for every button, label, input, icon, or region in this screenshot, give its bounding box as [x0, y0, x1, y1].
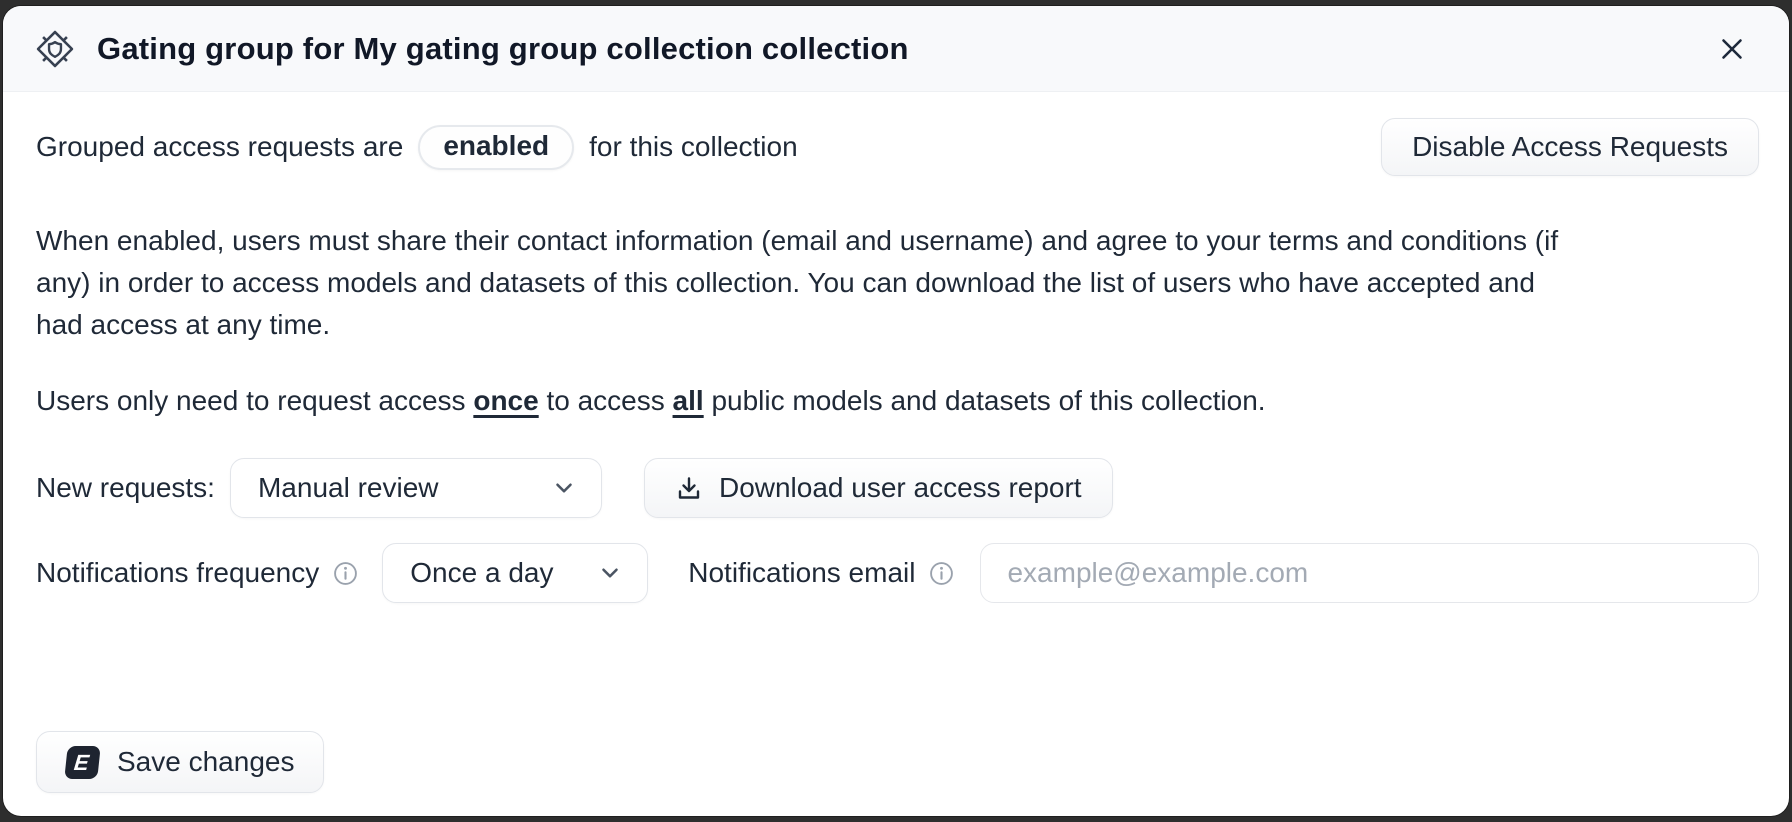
- new-requests-select[interactable]: Manual review: [230, 458, 602, 518]
- save-changes-button[interactable]: E Save changes: [36, 731, 324, 793]
- new-requests-selected-value: Manual review: [258, 472, 439, 504]
- once-line-bold-once: once: [473, 385, 538, 416]
- status-badge: enabled: [418, 125, 574, 170]
- gating-group-modal: Gating group for My gating group collect…: [3, 6, 1789, 816]
- once-access-line: Users only need to request access once t…: [36, 380, 1759, 422]
- gate-shield-icon: [33, 27, 77, 71]
- modal-body: Grouped access requests are enabled for …: [3, 92, 1789, 816]
- description-paragraph: When enabled, users must share their con…: [36, 220, 1581, 346]
- notifications-email-label: Notifications email: [688, 557, 915, 589]
- notifications-email-input[interactable]: [980, 543, 1759, 603]
- chevron-down-icon: [597, 560, 623, 586]
- info-icon[interactable]: [333, 561, 358, 586]
- download-user-access-report-button[interactable]: Download user access report: [644, 458, 1113, 518]
- chevron-down-icon: [551, 475, 577, 501]
- close-icon: [1715, 32, 1749, 66]
- modal-title: Gating group for My gating group collect…: [97, 31, 909, 67]
- save-button-label: Save changes: [117, 746, 294, 778]
- download-icon: [675, 474, 703, 502]
- status-post-text: for this collection: [589, 131, 798, 163]
- notifications-frequency-selected-value: Once a day: [410, 557, 553, 589]
- notifications-frequency-label: Notifications frequency: [36, 557, 319, 589]
- disable-access-requests-button[interactable]: Disable Access Requests: [1381, 118, 1759, 176]
- notifications-frequency-select[interactable]: Once a day: [382, 543, 648, 603]
- modal-header: Gating group for My gating group collect…: [3, 6, 1789, 92]
- info-icon[interactable]: [929, 561, 954, 586]
- status-row: Grouped access requests are enabled for …: [36, 118, 1759, 176]
- download-button-label: Download user access report: [719, 472, 1082, 504]
- notifications-row: Notifications frequency Once a day Notif…: [36, 543, 1759, 603]
- status-text: Grouped access requests are enabled for …: [36, 125, 798, 170]
- once-line-post: public models and datasets of this colle…: [704, 385, 1266, 416]
- status-pre-text: Grouped access requests are: [36, 131, 403, 163]
- once-line-mid: to access: [539, 385, 673, 416]
- enterprise-e-icon: E: [64, 746, 100, 779]
- close-button[interactable]: [1709, 26, 1755, 72]
- once-line-pre: Users only need to request access: [36, 385, 473, 416]
- once-line-bold-all: all: [673, 385, 704, 416]
- new-requests-label: New requests:: [36, 472, 215, 504]
- new-requests-row: New requests: Manual review Dow: [36, 458, 1759, 518]
- save-row: E Save changes: [36, 731, 1759, 793]
